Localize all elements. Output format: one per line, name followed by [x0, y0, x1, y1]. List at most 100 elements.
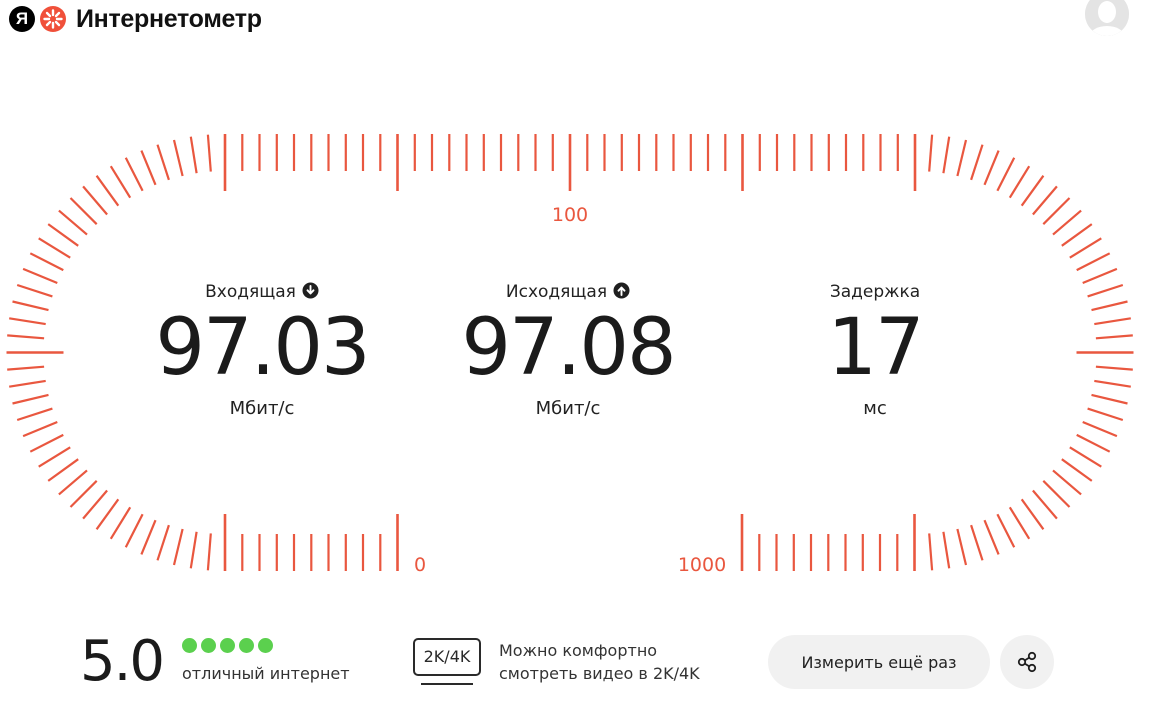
gauge-tick [22, 267, 58, 285]
video-quality-text: Можно комфортно смотреть видео в 2K/4K [499, 639, 759, 685]
gauge-tick [95, 175, 120, 207]
gauge-tick [206, 134, 212, 172]
arrow-down-circle-icon [302, 282, 319, 299]
gauge-tick [206, 533, 212, 571]
gauge-tick [58, 209, 88, 236]
gauge-tick [1042, 197, 1071, 225]
gauge-tick [928, 533, 934, 571]
gauge-tick [69, 197, 98, 225]
gauge-tick [1020, 498, 1045, 530]
gauge-tick [1069, 237, 1102, 259]
video-quality-line-2: смотреть видео в 2K/4K [499, 664, 700, 683]
gauge-tick [140, 150, 157, 186]
latency-value: 17 [827, 303, 924, 393]
gauge-tick [1087, 283, 1124, 298]
gauge-tick [189, 531, 198, 569]
gauge-tick [983, 150, 1000, 186]
gauge-tick [1032, 185, 1058, 216]
gauge-tick [9, 317, 46, 326]
gauge-tick [109, 506, 132, 540]
download-unit: Мбит/с [229, 398, 295, 419]
gauge-tick [140, 519, 157, 555]
gauge-tick [1095, 334, 1133, 340]
rating-dot [258, 638, 273, 653]
gauge-tick [16, 283, 53, 298]
gauge-tick [1091, 300, 1128, 312]
gauge-tick [1069, 446, 1102, 468]
gauge-tick [942, 136, 951, 174]
gauge-tick [156, 524, 170, 561]
gauge-tick [970, 524, 984, 561]
gauge-tick [1008, 506, 1031, 540]
gauge-tick [1094, 379, 1131, 388]
rating-dot [239, 638, 254, 653]
gauge-tick [1082, 420, 1118, 438]
gauge-tick [16, 407, 53, 422]
share-button[interactable] [1000, 635, 1054, 689]
gauge-tick [124, 157, 144, 192]
rating-score: 5.0 [80, 629, 165, 694]
video-quality-line-1: Можно комфортно [499, 641, 658, 660]
gauge-tick [12, 393, 49, 405]
gauge-tick [1020, 175, 1045, 207]
gauge-tick [172, 139, 184, 177]
rating-dot [201, 638, 216, 653]
gauge-tick [38, 237, 71, 259]
gauge-tick [29, 252, 64, 272]
gauge-tick [58, 469, 88, 496]
upload-value: 97.08 [461, 303, 676, 393]
gauge-tick [124, 513, 144, 548]
gauge-tick [983, 519, 1000, 555]
gauge-tick [95, 498, 120, 530]
gauge-tick [7, 365, 45, 371]
upload-unit: Мбит/с [535, 398, 601, 419]
gauge-tick [47, 223, 79, 247]
gauge-tick [956, 139, 968, 177]
gauge-tick [942, 531, 951, 569]
rating-dot [220, 638, 235, 653]
gauge-tick [189, 136, 198, 174]
gauge-tick [1076, 433, 1111, 453]
rating-dot [182, 638, 197, 653]
gauge-tick [1076, 252, 1111, 272]
gauge-tick [956, 528, 968, 566]
gauge-tick [1032, 489, 1058, 520]
gauge-tick [1052, 209, 1082, 236]
gauge-tick [82, 185, 108, 216]
arrow-up-circle-icon [613, 282, 630, 299]
retry-button[interactable]: Измерить ещё раз [768, 635, 990, 689]
gauge-tick [996, 157, 1016, 192]
gauge-tick [1008, 165, 1031, 199]
gauge-tick [970, 144, 984, 181]
latency-unit: мс [863, 398, 887, 419]
gauge-tick [1094, 317, 1131, 326]
gauge-label-1000: 1000 [678, 554, 726, 576]
gauge-label-0: 0 [414, 554, 426, 576]
gauge-tick [38, 446, 71, 468]
download-value: 97.03 [155, 303, 370, 393]
gauge-tick [928, 134, 934, 172]
gauge-tick [12, 300, 49, 312]
gauge-tick [1091, 393, 1128, 405]
gauge-tick [1087, 407, 1124, 422]
gauge-tick [1095, 365, 1133, 371]
gauge-tick [22, 420, 58, 438]
gauge-tick [1052, 469, 1082, 496]
gauge-tick [1061, 223, 1093, 247]
gauge-tick [996, 513, 1016, 548]
gauge-tick [29, 433, 64, 453]
gauge-tick [1061, 458, 1093, 482]
video-quality-badge-stand [421, 683, 473, 685]
gauge-tick [1082, 267, 1118, 285]
gauge-tick [172, 528, 184, 566]
gauge-tick [69, 480, 98, 508]
gauge-tick [1042, 480, 1071, 508]
gauge-tick [7, 334, 45, 340]
gauge-label-100: 100 [552, 204, 588, 226]
share-icon [1017, 651, 1037, 673]
gauge-tick [9, 379, 46, 388]
gauge-tick [47, 458, 79, 482]
rating-dots [182, 638, 277, 654]
rating-caption: отличный интернет [182, 664, 350, 683]
gauge-tick [109, 165, 132, 199]
